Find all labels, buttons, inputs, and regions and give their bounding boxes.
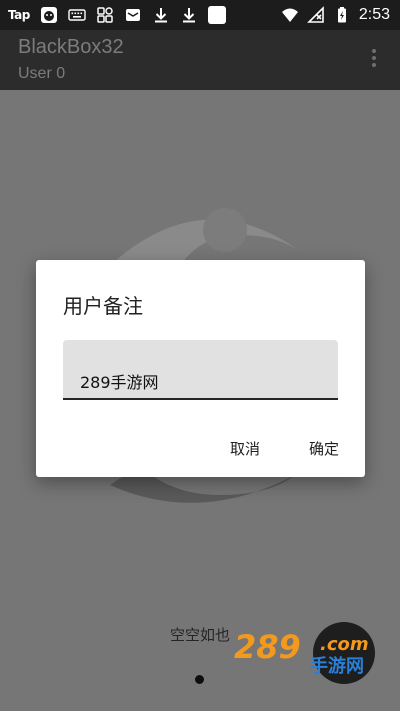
- note-input-field[interactable]: 289手游网: [63, 340, 338, 400]
- app-screen: Tap 2:53 BlackBox32 User 0 空空如也 289 .com…: [0, 0, 400, 711]
- dialog-title: 用户备注: [63, 294, 143, 318]
- note-input-value[interactable]: 289手游网: [80, 369, 159, 393]
- user-note-dialog: 用户备注 289手游网 取消 确定: [36, 260, 365, 477]
- confirm-button[interactable]: 确定: [309, 438, 339, 459]
- cancel-button[interactable]: 取消: [230, 438, 260, 459]
